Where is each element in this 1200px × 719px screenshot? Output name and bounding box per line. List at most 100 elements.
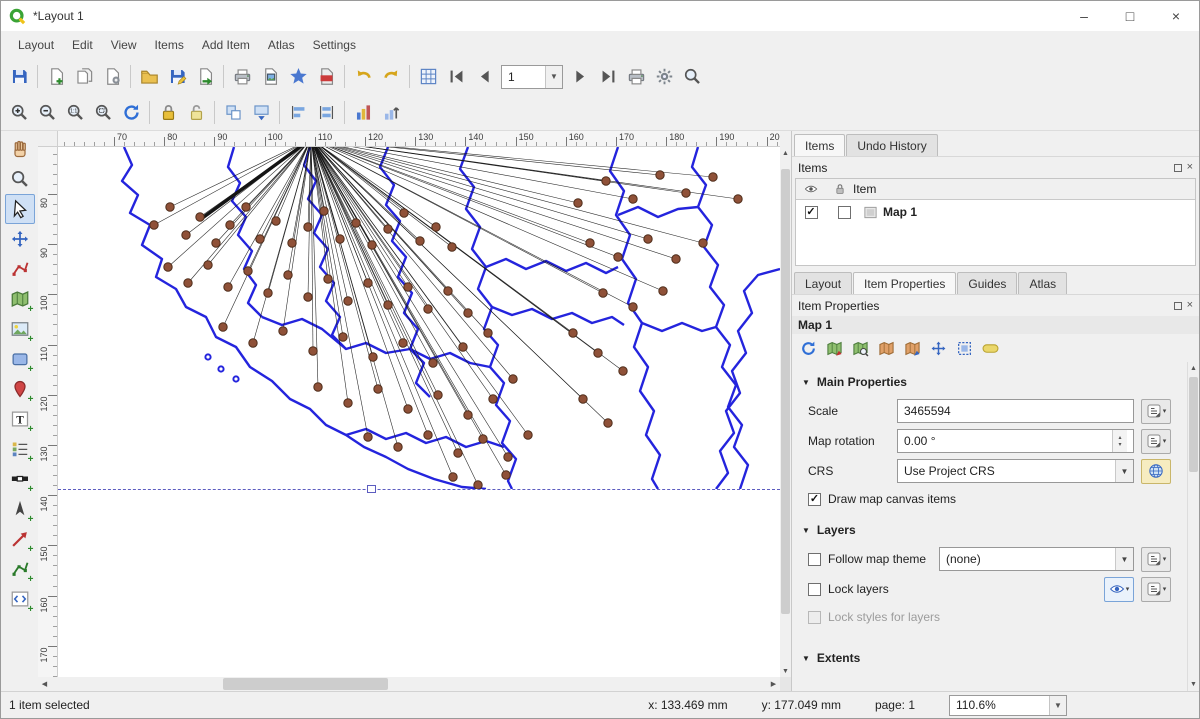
layout-manager-button[interactable]: [98, 63, 126, 91]
ungroup-items-button[interactable]: [247, 99, 275, 127]
menu-atlas[interactable]: Atlas: [259, 34, 304, 56]
scroll-up-icon[interactable]: ▲: [1190, 362, 1197, 375]
close-button[interactable]: ×: [1153, 1, 1199, 31]
unlock-all-items-button[interactable]: [182, 99, 210, 127]
menu-add-item[interactable]: Add Item: [193, 34, 259, 56]
atlas-settings-button[interactable]: [650, 63, 678, 91]
zoom-actual-button[interactable]: 1:1: [61, 99, 89, 127]
first-feature-button[interactable]: [442, 63, 470, 91]
rotation-data-defined-button[interactable]: ▾: [1141, 429, 1171, 454]
zoom-in-button[interactable]: [5, 99, 33, 127]
print-button[interactable]: [228, 63, 256, 91]
scale-data-defined-button[interactable]: ▾: [1141, 399, 1171, 424]
lock-layers-data-defined-button[interactable]: ▾: [1141, 577, 1171, 602]
view-current-extent-button[interactable]: [848, 336, 872, 360]
scroll-thumb[interactable]: [1189, 377, 1198, 472]
set-map-scale-button[interactable]: [874, 336, 898, 360]
view-map-scale-button[interactable]: [900, 336, 924, 360]
add-node-item-button[interactable]: +: [5, 554, 35, 584]
add-html-button[interactable]: +: [5, 584, 35, 614]
export-pdf-button[interactable]: [312, 63, 340, 91]
resize-items-button[interactable]: [377, 99, 405, 127]
refresh-view-button[interactable]: [117, 99, 145, 127]
menu-view[interactable]: View: [102, 34, 146, 56]
scroll-up-icon[interactable]: ▲: [782, 147, 789, 159]
add-picture-button[interactable]: +: [5, 314, 35, 344]
close-panel-icon[interactable]: ×: [1187, 300, 1193, 311]
move-item-content-tool[interactable]: [5, 224, 35, 254]
scroll-down-icon[interactable]: ▼: [782, 665, 789, 677]
preview-atlas-button[interactable]: [414, 63, 442, 91]
tab-guides[interactable]: Guides: [957, 272, 1017, 294]
tab-undo-history[interactable]: Undo History: [846, 134, 937, 156]
undo-button[interactable]: [349, 63, 377, 91]
set-map-extent-button[interactable]: [822, 336, 846, 360]
lock-selected-items-button[interactable]: [154, 99, 182, 127]
last-feature-button[interactable]: [594, 63, 622, 91]
scale-input[interactable]: 3465594: [897, 399, 1134, 423]
maximize-button[interactable]: □: [1107, 1, 1153, 31]
zoom-level-combo[interactable]: 110.6% ▼: [949, 695, 1067, 716]
items-list-row-map1[interactable]: Map 1: [796, 200, 1195, 224]
menu-layout[interactable]: Layout: [9, 34, 63, 56]
item-lock-checkbox[interactable]: [838, 206, 851, 219]
close-panel-icon[interactable]: ×: [1187, 162, 1193, 173]
map-theme-combo[interactable]: (none) ▼: [939, 547, 1134, 571]
main-properties-group-header[interactable]: ▼ Main Properties: [798, 366, 1181, 394]
menu-edit[interactable]: Edit: [63, 34, 102, 56]
zoom-full-button[interactable]: [89, 99, 117, 127]
add-legend-button[interactable]: +: [5, 434, 35, 464]
refresh-map-preview-button[interactable]: [796, 336, 820, 360]
scroll-thumb[interactable]: [781, 169, 790, 614]
add-items-from-template-button[interactable]: [191, 63, 219, 91]
zoom-preview-button[interactable]: [678, 63, 706, 91]
labeling-settings-button[interactable]: [978, 336, 1002, 360]
atlas-page-combo[interactable]: 1▼: [501, 65, 563, 89]
edit-nodes-tool[interactable]: [5, 254, 35, 284]
extents-group-header[interactable]: ▼ Extents: [798, 642, 1181, 670]
follow-map-theme-checkbox[interactable]: [808, 553, 821, 566]
raise-items-button[interactable]: [349, 99, 377, 127]
theme-data-defined-button[interactable]: ▾: [1141, 547, 1171, 572]
add-north-arrow-button[interactable]: +: [5, 494, 35, 524]
add-label-button[interactable]: T+: [5, 404, 35, 434]
scroll-thumb[interactable]: [223, 678, 388, 690]
zoom-tool[interactable]: [5, 164, 35, 194]
tab-items[interactable]: Items: [794, 134, 845, 156]
export-image-button[interactable]: [256, 63, 284, 91]
group-items-button[interactable]: [219, 99, 247, 127]
previous-feature-button[interactable]: [470, 63, 498, 91]
tab-atlas[interactable]: Atlas: [1018, 272, 1067, 294]
layout-canvas[interactable]: [58, 147, 780, 677]
zoom-out-button[interactable]: [33, 99, 61, 127]
draw-map-canvas-items-checkbox[interactable]: [808, 493, 821, 506]
print-atlas-button[interactable]: [622, 63, 650, 91]
canvas-horizontal-scrollbar[interactable]: ◀ ▶: [38, 677, 780, 691]
load-template-button[interactable]: [135, 63, 163, 91]
add-scalebar-button[interactable]: +: [5, 464, 35, 494]
float-panel-icon[interactable]: [1174, 164, 1182, 172]
map-item-resize-handle[interactable]: [367, 485, 376, 493]
map-rotation-input[interactable]: 0.00 ° ▴▾: [897, 429, 1134, 453]
add-map-button[interactable]: +: [5, 284, 35, 314]
canvas-vertical-scrollbar[interactable]: ▲ ▼: [780, 147, 791, 677]
add-marker-button[interactable]: +: [5, 374, 35, 404]
redo-button[interactable]: [377, 63, 405, 91]
tab-item-properties[interactable]: Item Properties: [853, 272, 956, 294]
align-items-button[interactable]: [284, 99, 312, 127]
move-map-content-button[interactable]: [926, 336, 950, 360]
horizontal-ruler[interactable]: 708090100110120130140150160170180190200: [58, 131, 780, 147]
visible-layers-button[interactable]: ▾: [1104, 577, 1134, 602]
spinner-buttons[interactable]: ▴▾: [1112, 430, 1127, 452]
distribute-items-button[interactable]: [312, 99, 340, 127]
menu-settings[interactable]: Settings: [304, 34, 365, 56]
duplicate-layout-button[interactable]: [70, 63, 98, 91]
lock-layers-checkbox[interactable]: [808, 583, 821, 596]
float-panel-icon[interactable]: [1174, 302, 1182, 310]
item-visibility-checkbox[interactable]: [805, 206, 818, 219]
menu-items[interactable]: Items: [146, 34, 193, 56]
scroll-down-icon[interactable]: ▼: [1190, 678, 1197, 691]
minimize-button[interactable]: –: [1061, 1, 1107, 31]
tab-layout[interactable]: Layout: [794, 272, 852, 294]
new-layout-button[interactable]: [42, 63, 70, 91]
